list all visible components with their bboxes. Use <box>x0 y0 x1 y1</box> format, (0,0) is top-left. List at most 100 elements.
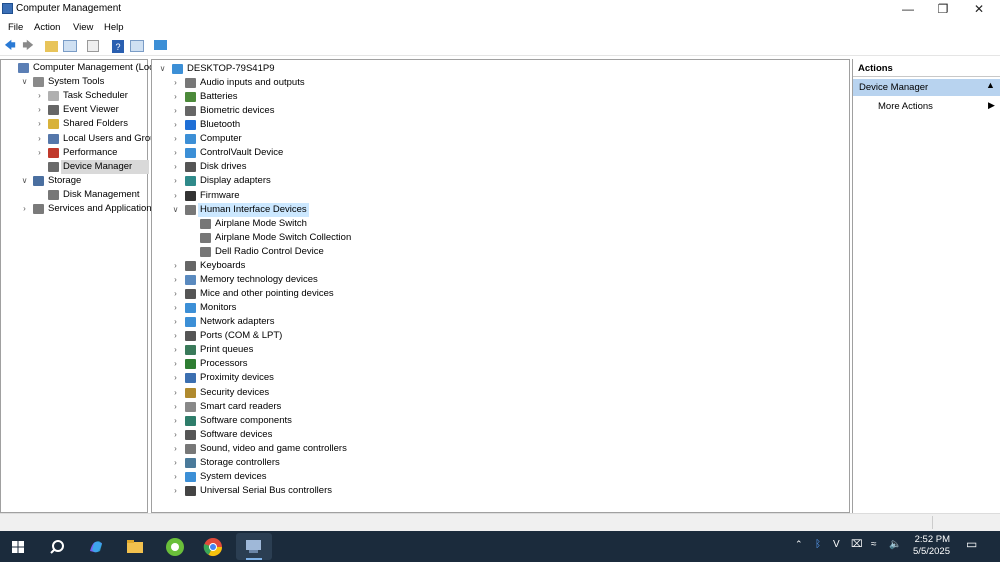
device-category-row[interactable]: › Keyboards <box>154 259 554 273</box>
menu-action[interactable]: Action <box>34 22 60 33</box>
more-actions-item[interactable]: More Actions ▶ <box>853 99 1000 114</box>
forward-arrow-icon[interactable]: 🡆 <box>21 39 35 53</box>
device-category-row[interactable]: › Batteries <box>154 90 554 104</box>
device-category-row[interactable]: › Mice and other pointing devices <box>154 287 554 301</box>
chevron-right-icon[interactable]: › <box>171 118 180 132</box>
chevron-right-icon[interactable]: › <box>171 484 180 498</box>
chevron-down-icon[interactable]: ∨ <box>20 174 29 188</box>
device-category-row[interactable]: ∨ Human Interface Devices <box>154 202 554 217</box>
tree-item-local-users-and-groups[interactable]: › Local Users and Groups <box>1 132 165 146</box>
chevron-right-icon[interactable]: › <box>171 371 180 385</box>
device-category-row[interactable]: › Monitors <box>154 301 554 315</box>
notification-center-icon[interactable]: ▭ <box>966 537 977 551</box>
chevron-right-icon[interactable]: › <box>171 357 180 371</box>
device-category-row[interactable]: › Bluetooth <box>154 118 554 132</box>
device-category-row[interactable]: › ControlVault Device <box>154 146 554 160</box>
minimize-button[interactable]: — <box>891 0 925 19</box>
chevron-right-icon[interactable]: › <box>171 174 180 188</box>
tree-item-task-scheduler[interactable]: › Task Scheduler <box>1 89 147 103</box>
help-icon[interactable]: ? <box>112 40 124 53</box>
device-category-row[interactable]: › System devices <box>154 470 554 484</box>
bluetooth-tray-icon[interactable]: ᛒ <box>815 539 821 550</box>
device-category-row[interactable]: › Network adapters <box>154 315 554 329</box>
chevron-right-icon[interactable]: › <box>35 103 44 117</box>
actions-section-device-manager[interactable]: Device Manager ▲ <box>853 79 1000 96</box>
chevron-right-icon[interactable]: › <box>171 386 180 400</box>
device-category-row[interactable]: › Audio inputs and outputs <box>154 76 554 90</box>
chevron-right-icon[interactable]: › <box>35 132 44 146</box>
collapse-up-icon[interactable]: ▲ <box>986 80 995 90</box>
device-child-row[interactable]: Airplane Mode Switch Collection <box>154 231 554 245</box>
chevron-right-icon[interactable]: › <box>171 428 180 442</box>
device-category-row[interactable]: › Memory technology devices <box>154 273 554 287</box>
device-category-row[interactable]: › Security devices <box>154 386 554 400</box>
chevron-right-icon[interactable]: › <box>35 117 44 131</box>
device-category-row[interactable]: › Sound, video and game controllers <box>154 442 554 456</box>
tree-item-computer-management-local[interactable]: Computer Management (Local) <box>1 61 164 75</box>
device-child-row[interactable]: Airplane Mode Switch <box>154 217 554 231</box>
tree-item-shared-folders[interactable]: › Shared Folders <box>1 117 147 131</box>
device-root-row[interactable]: ∨ DESKTOP-79S41P9 <box>154 62 354 76</box>
file-explorer-taskbar-button[interactable] <box>124 536 146 558</box>
chevron-right-icon[interactable]: › <box>171 90 180 104</box>
device-category-row[interactable]: › Biometric devices <box>154 104 554 118</box>
chevron-right-icon[interactable]: › <box>171 301 180 315</box>
device-category-row[interactable]: › Display adapters <box>154 174 554 188</box>
device-category-row[interactable]: › Print queues <box>154 343 554 357</box>
chevron-right-icon[interactable]: › <box>171 470 180 484</box>
copilot-taskbar-button[interactable] <box>85 536 107 558</box>
chevron-right-icon[interactable]: › <box>171 287 180 301</box>
chevron-right-icon[interactable]: › <box>171 189 180 203</box>
device-child-row[interactable]: Dell Radio Control Device <box>154 245 554 259</box>
device-category-row[interactable]: › Processors <box>154 357 554 371</box>
tree-item-storage[interactable]: ∨ Storage <box>1 174 147 188</box>
chevron-right-icon[interactable]: › <box>171 259 180 273</box>
chevron-right-icon[interactable]: › <box>20 202 29 216</box>
chrome-taskbar-button[interactable] <box>202 536 224 558</box>
chevron-right-icon[interactable]: › <box>171 329 180 343</box>
greenshot-taskbar-button[interactable] <box>164 536 186 558</box>
volume-tray-icon[interactable]: 🔈 <box>889 539 901 550</box>
chevron-right-icon[interactable]: › <box>171 442 180 456</box>
chevron-down-icon[interactable]: ∨ <box>20 75 29 89</box>
properties-icon[interactable] <box>87 40 99 52</box>
chevron-right-icon[interactable]: › <box>171 76 180 90</box>
show-hide-tree-icon[interactable] <box>63 40 77 52</box>
menu-file[interactable]: File <box>8 22 23 33</box>
up-folder-icon[interactable] <box>45 41 58 52</box>
input-tray-icon[interactable]: ⌧ <box>851 539 863 550</box>
close-button[interactable]: ✕ <box>962 0 996 19</box>
device-category-row[interactable]: › Disk drives <box>154 160 554 174</box>
computer-management-taskbar-button[interactable] <box>236 533 272 560</box>
back-arrow-icon[interactable]: 🡄 <box>3 39 17 53</box>
tree-item-performance[interactable]: › Performance <box>1 146 147 160</box>
restore-button[interactable]: ❐ <box>926 0 960 19</box>
tree-item-system-tools[interactable]: ∨ System Tools <box>1 75 147 89</box>
search-taskbar-button[interactable] <box>46 536 68 558</box>
start-button[interactable] <box>7 536 29 558</box>
tree-item-services-and-applications[interactable]: › Services and Applications <box>1 202 156 216</box>
show-hidden-icons-chevron-icon[interactable]: ⌃ <box>795 539 803 550</box>
system-clock[interactable]: 2:52 PM 5/5/2025 <box>910 534 950 558</box>
device-category-row[interactable]: › Universal Serial Bus controllers <box>154 484 554 498</box>
chevron-right-icon[interactable]: › <box>171 132 180 146</box>
menu-help[interactable]: Help <box>104 22 124 33</box>
chevron-right-icon[interactable]: › <box>35 89 44 103</box>
chevron-right-icon[interactable]: › <box>171 146 180 160</box>
chevron-right-icon[interactable]: › <box>171 160 180 174</box>
chevron-down-icon[interactable]: ∨ <box>171 203 180 217</box>
chevron-right-icon[interactable]: › <box>171 400 180 414</box>
device-category-row[interactable]: › Storage controllers <box>154 456 554 470</box>
chevron-right-icon[interactable]: › <box>171 414 180 428</box>
device-category-row[interactable]: › Proximity devices <box>154 371 554 385</box>
device-category-row[interactable]: › Computer <box>154 132 554 146</box>
device-category-row[interactable]: › Firmware <box>154 189 554 203</box>
tree-item-device-manager[interactable]: Device Manager <box>48 159 149 174</box>
tree-item-disk-management[interactable]: Disk Management <box>1 188 147 202</box>
tree-item-event-viewer[interactable]: › Event Viewer <box>1 103 147 117</box>
device-category-row[interactable]: › Smart card readers <box>154 400 554 414</box>
chevron-down-icon[interactable]: ∨ <box>158 62 167 76</box>
vpn-tray-icon[interactable]: V <box>833 539 840 550</box>
chevron-right-icon[interactable]: › <box>171 343 180 357</box>
scan-hardware-icon[interactable] <box>154 40 167 50</box>
